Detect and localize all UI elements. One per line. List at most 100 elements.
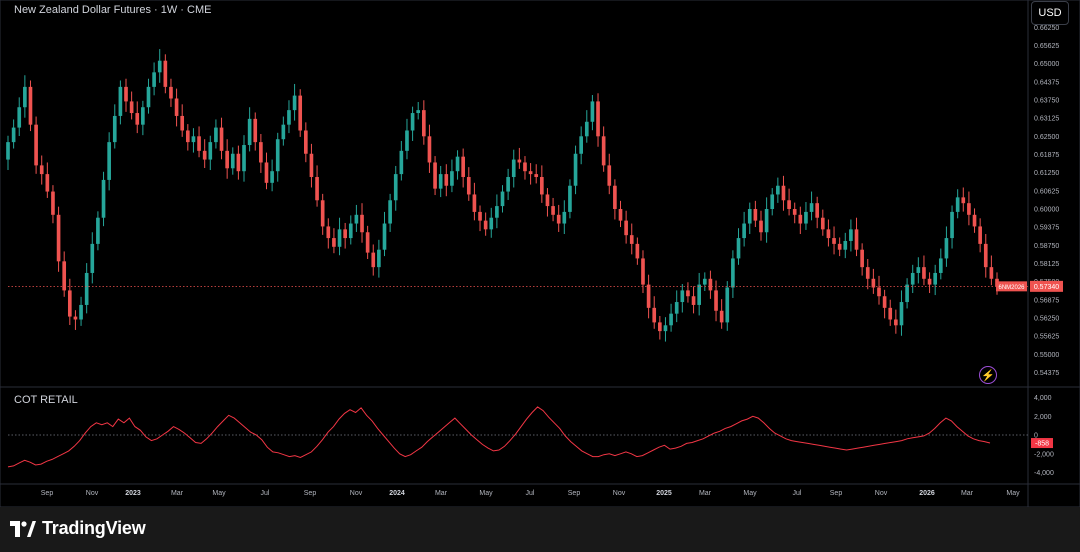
candle: [444, 164, 449, 197]
candle: [815, 196, 820, 229]
lightning-alert-icon[interactable]: ⚡: [979, 366, 997, 384]
candle: [759, 210, 763, 241]
price-axis-tick-label-17: 0.55625: [1034, 334, 1059, 341]
candle-body: [804, 211, 808, 224]
candle: [742, 211, 746, 247]
candle-body: [590, 101, 595, 122]
candle: [332, 228, 336, 254]
candle-body: [197, 136, 201, 151]
candle-body: [910, 272, 915, 285]
price-axis-tick-label-6: 0.62500: [1034, 134, 1059, 141]
candle: [832, 226, 836, 255]
candle-body: [118, 86, 123, 116]
candle: [820, 209, 825, 236]
candle: [101, 171, 106, 227]
indicator-label: COT RETAIL: [14, 394, 78, 406]
candle-body: [854, 229, 859, 250]
candle-body: [680, 290, 685, 303]
candle-body: [916, 267, 921, 273]
candle-body: [983, 243, 988, 268]
candle-body: [972, 214, 977, 227]
candle-body: [849, 229, 853, 241]
candle: [157, 49, 162, 83]
candle-body: [815, 203, 820, 218]
candle-body: [776, 185, 780, 195]
candle-body: [865, 267, 870, 279]
candle: [230, 147, 235, 175]
price-axis-tick-label-5: 0.63125: [1034, 116, 1059, 123]
candle: [45, 162, 50, 198]
candle-body: [641, 258, 645, 285]
candle: [141, 100, 145, 136]
chart-area[interactable]: 0.66250 0.65625 0.65000 0.64375 0.63750 0.631…: [0, 0, 1080, 507]
candle-body: [489, 217, 494, 230]
price-axis-tick-label-9: 0.60625: [1034, 188, 1059, 195]
candle-body: [933, 272, 938, 285]
tradingview-logo[interactable]: TradingView: [10, 518, 146, 539]
candle: [523, 156, 527, 180]
candle: [663, 317, 668, 342]
candle: [67, 278, 72, 326]
candle: [500, 185, 505, 213]
cot-axis-tick-label-3: -2,000: [1034, 451, 1054, 458]
candle-body: [264, 162, 269, 183]
price-axis-tick-label-3: 0.64375: [1034, 79, 1059, 86]
time-axis-tick-label-22: May: [1006, 490, 1020, 497]
candle: [466, 167, 471, 201]
candle: [337, 217, 342, 256]
price-axis-tick-label-12: 0.58750: [1034, 243, 1059, 250]
candle: [28, 80, 33, 132]
price-axis-tick-label-8: 0.61250: [1034, 170, 1059, 177]
candle-body: [466, 177, 471, 195]
candle: [618, 200, 623, 228]
candle: [287, 100, 291, 134]
candle: [764, 197, 769, 243]
candle-body: [714, 290, 718, 311]
candle: [236, 145, 241, 180]
candle-body: [163, 60, 168, 87]
candle: [56, 206, 61, 272]
candle: [545, 188, 550, 217]
candle-body: [691, 296, 696, 305]
candle-body: [253, 118, 258, 143]
candle-body: [96, 217, 100, 244]
price-axis-tick-label-19: 0.54375: [1034, 370, 1059, 377]
price-chart-svg[interactable]: 0.66250 0.65625 0.65000 0.64375 0.63750 0.631…: [0, 0, 1080, 507]
candle: [910, 264, 915, 294]
candle-body: [191, 136, 196, 143]
price-axis-tick-label-18: 0.55000: [1034, 352, 1059, 359]
candle-body: [270, 171, 274, 183]
candle: [534, 164, 539, 184]
candle: [888, 299, 893, 326]
candle-body: [950, 211, 954, 239]
chart-border: [0, 0, 1080, 507]
candle-body: [843, 240, 848, 250]
candle: [680, 284, 685, 313]
candle-body: [422, 110, 426, 137]
price-axis-tick-label-11: 0.59375: [1034, 225, 1059, 232]
candle: [399, 140, 404, 181]
tradingview-logo-text: TradingView: [42, 518, 146, 538]
candle-body: [348, 223, 353, 239]
currency-button[interactable]: USD: [1031, 1, 1069, 25]
price-axis-tick-label-13: 0.58125: [1034, 261, 1059, 268]
footer-bar: TradingView: [0, 507, 1080, 552]
candle: [792, 202, 797, 224]
candle: [652, 296, 657, 329]
candle-body: [354, 214, 359, 224]
candle: [590, 95, 595, 131]
candle: [579, 126, 583, 165]
candle: [905, 278, 909, 309]
candle: [961, 187, 966, 212]
time-axis-tick-label-8: 2024: [389, 490, 405, 497]
candle-body: [736, 238, 741, 259]
candle-body: [90, 243, 95, 273]
time-axis-tick-label-11: Jul: [526, 490, 535, 497]
candle-body: [326, 226, 331, 239]
candle: [506, 168, 510, 200]
candle-body: [635, 243, 640, 259]
candle: [894, 309, 898, 334]
time-axis-tick-label-2: 2023: [125, 490, 141, 497]
candle-body: [230, 153, 235, 169]
candle: [719, 299, 724, 329]
